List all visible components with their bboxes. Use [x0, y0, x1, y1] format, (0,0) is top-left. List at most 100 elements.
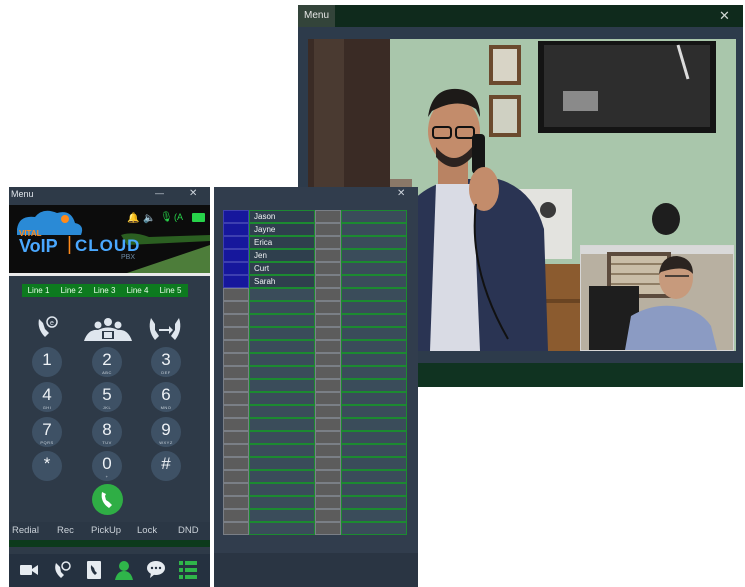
contact-name[interactable]: [249, 314, 315, 327]
contact-name[interactable]: Curt: [249, 262, 315, 275]
contact-name[interactable]: [249, 288, 315, 301]
contact-name[interactable]: [249, 379, 315, 392]
contact-name[interactable]: [341, 392, 407, 405]
contacts-user-icon[interactable]: [115, 560, 133, 580]
dial-key-2[interactable]: 2 ABC: [92, 347, 122, 377]
contact-name[interactable]: [341, 249, 407, 262]
phone-menu-button[interactable]: Menu: [11, 189, 34, 199]
video-close-icon[interactable]: ✕: [719, 8, 730, 24]
presence-indicator: [315, 262, 341, 275]
contact-name[interactable]: [341, 366, 407, 379]
auto-answer-icon[interactable]: (A: [174, 212, 183, 222]
line-tab-2[interactable]: Line 2: [55, 284, 88, 297]
dial-key-9[interactable]: 9 WXYZ: [151, 417, 181, 447]
contact-name[interactable]: [249, 431, 315, 444]
redial-button[interactable]: Redial: [12, 525, 39, 536]
contact-name[interactable]: [341, 301, 407, 314]
minimize-icon[interactable]: —: [155, 188, 164, 198]
record-button[interactable]: Rec: [57, 525, 74, 536]
contact-name[interactable]: [249, 366, 315, 379]
contact-name[interactable]: [249, 405, 315, 418]
dial-key-5[interactable]: 5 JKL: [92, 382, 122, 412]
dial-key-6[interactable]: 6 MNO: [151, 382, 181, 412]
contacts-close-icon[interactable]: ✕: [397, 188, 405, 199]
contact-name[interactable]: [249, 301, 315, 314]
video-menu-button[interactable]: Menu: [298, 5, 335, 27]
contact-name[interactable]: [249, 418, 315, 431]
contact-name[interactable]: [249, 392, 315, 405]
contact-name[interactable]: [249, 340, 315, 353]
contact-name[interactable]: Jen: [249, 249, 315, 262]
dial-key-1[interactable]: 1: [32, 347, 62, 377]
dial-key-8[interactable]: 8 TUV: [92, 417, 122, 447]
contact-name[interactable]: Jason: [249, 210, 315, 223]
contact-name[interactable]: [249, 327, 315, 340]
line-tab-4[interactable]: Line 4: [121, 284, 154, 297]
contact-name[interactable]: [341, 457, 407, 470]
contact-name[interactable]: [341, 262, 407, 275]
list-view-icon[interactable]: [179, 561, 197, 579]
contact-name[interactable]: [341, 470, 407, 483]
dnd-button[interactable]: DND: [178, 525, 199, 536]
dial-key-star[interactable]: *: [32, 451, 62, 481]
contact-name[interactable]: [341, 340, 407, 353]
brand-divider: |: [67, 234, 72, 255]
presence-indicator: [315, 418, 341, 431]
dial-key-4[interactable]: 4 GHI: [32, 382, 62, 412]
contact-name[interactable]: [341, 210, 407, 223]
line-tab-1[interactable]: Line 1: [22, 284, 55, 297]
contact-name[interactable]: [341, 509, 407, 522]
contact-name[interactable]: [341, 288, 407, 301]
call-button[interactable]: [92, 484, 123, 515]
contact-name[interactable]: [249, 457, 315, 470]
contact-name[interactable]: [341, 223, 407, 236]
contact-name[interactable]: [249, 444, 315, 457]
contact-name[interactable]: Sarah: [249, 275, 315, 288]
video-camera-icon[interactable]: [20, 563, 38, 577]
contact-name[interactable]: [341, 314, 407, 327]
contact-name[interactable]: [341, 483, 407, 496]
contact-name[interactable]: [249, 496, 315, 509]
phone-close-icon[interactable]: ✕: [189, 188, 197, 199]
presence-indicator: [223, 340, 249, 353]
lock-button[interactable]: Lock: [137, 525, 157, 536]
contact-name[interactable]: [341, 353, 407, 366]
transfer-icon[interactable]: [147, 316, 183, 342]
dial-key-3[interactable]: 3 DEF: [151, 347, 181, 377]
contact-name[interactable]: [341, 275, 407, 288]
contact-name[interactable]: [341, 236, 407, 249]
contact-name[interactable]: [341, 522, 407, 535]
pickup-button[interactable]: PickUp: [91, 525, 121, 536]
presence-indicator: [315, 509, 341, 522]
contact-name[interactable]: [341, 405, 407, 418]
contact-name[interactable]: [249, 522, 315, 535]
chat-bubble-icon[interactable]: [147, 561, 165, 578]
contact-name[interactable]: Jayne: [249, 223, 315, 236]
contact-name[interactable]: [249, 483, 315, 496]
contact-name[interactable]: [341, 327, 407, 340]
dial-key-hash[interactable]: #: [151, 451, 181, 481]
phonebook-icon[interactable]: [86, 560, 102, 580]
contact-name[interactable]: [341, 496, 407, 509]
contact-name[interactable]: Erica: [249, 236, 315, 249]
contact-name[interactable]: [249, 353, 315, 366]
speaker-icon[interactable]: 🔈: [143, 213, 155, 224]
presence-indicator: [315, 288, 341, 301]
line-tab-3[interactable]: Line 3: [88, 284, 121, 297]
call-history-icon[interactable]: [53, 561, 71, 579]
dial-key-0[interactable]: 0 +: [92, 451, 122, 481]
contact-name[interactable]: [249, 470, 315, 483]
dial-key-7[interactable]: 7 PQRS: [32, 417, 62, 447]
bell-icon[interactable]: 🔔: [127, 213, 139, 224]
conference-icon[interactable]: [82, 317, 134, 343]
contact-name[interactable]: [341, 418, 407, 431]
contact-name[interactable]: [341, 431, 407, 444]
contact-name[interactable]: [341, 444, 407, 457]
presence-indicator: [223, 314, 249, 327]
contact-name[interactable]: [341, 379, 407, 392]
line-tab-5[interactable]: Line 5: [154, 284, 187, 297]
voicemail-icon[interactable]: e: [35, 315, 59, 341]
contact-name[interactable]: [249, 509, 315, 522]
chat-icon[interactable]: [192, 213, 205, 222]
microphone-icon[interactable]: 🎙: [160, 212, 173, 223]
